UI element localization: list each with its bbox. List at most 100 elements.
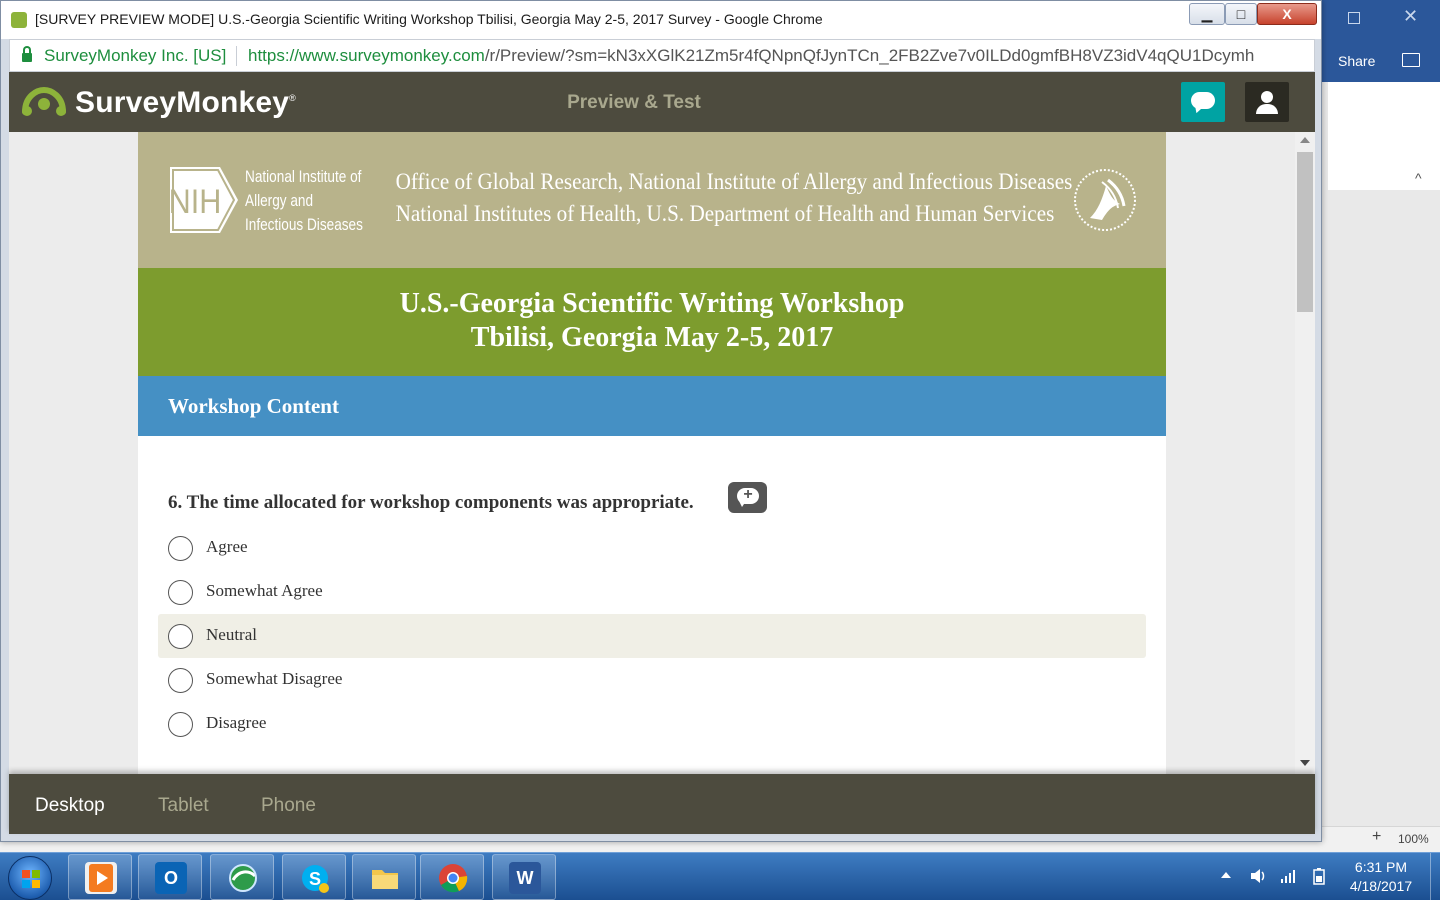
survey-title-line: U.S.-Georgia Scientific Writing Workshop — [399, 288, 905, 319]
survey-title-banner: U.S.-Georgia Scientific Writing Workshop… — [138, 268, 1166, 376]
scroll-up-arrow-icon[interactable] — [1300, 137, 1310, 143]
window-titlebar: [SURVEY PREVIEW MODE] U.S.-Georgia Scien… — [1, 1, 1321, 39]
answer-option-agree[interactable]: Agree — [158, 526, 1146, 570]
word-zoom-in-icon[interactable]: + — [1372, 828, 1381, 846]
maximize-button[interactable]: □ — [1225, 3, 1257, 25]
volume-icon[interactable] — [1250, 867, 1266, 885]
close-button[interactable]: X — [1257, 3, 1317, 25]
minimize-button[interactable]: ▁ — [1189, 3, 1225, 25]
taskbar-network-app[interactable] — [210, 854, 274, 900]
word-close-icon[interactable]: ✕ — [1403, 6, 1418, 27]
hhs-seal-icon — [1074, 169, 1136, 231]
word-ribbon — [1322, 0, 1440, 82]
word-document-page — [1328, 82, 1440, 190]
device-tab-phone[interactable]: Phone — [261, 795, 316, 817]
question-title: 6. The time allocated for workshop compo… — [168, 492, 694, 513]
surveymonkey-header: SurveyMonkey® Preview & Test — [9, 72, 1315, 132]
radio-button[interactable] — [168, 580, 193, 605]
device-preview-bar: Desktop Tablet Phone — [9, 774, 1315, 834]
preview-scrollbar[interactable] — [1295, 132, 1315, 774]
answer-option-somewhat-disagree[interactable]: Somewhat Disagree — [158, 658, 1146, 702]
taskbar-media-player[interactable] — [68, 854, 132, 900]
option-label[interactable]: Somewhat Agree — [206, 581, 323, 601]
maximize-icon: □ — [1236, 6, 1246, 22]
show-desktop-button[interactable] — [1430, 853, 1440, 900]
answer-option-neutral[interactable]: Neutral — [158, 614, 1146, 658]
chrome-window: [SURVEY PREVIEW MODE] U.S.-Georgia Scien… — [0, 0, 1322, 842]
taskbar-file-explorer[interactable] — [352, 854, 416, 900]
device-tab-tablet[interactable]: Tablet — [158, 795, 209, 817]
nih-name-line: Infectious Diseases — [245, 215, 363, 234]
minimize-icon: ▁ — [1201, 6, 1213, 22]
option-label[interactable]: Neutral — [206, 625, 257, 645]
site-identity[interactable]: SurveyMonkey Inc. [US] — [44, 46, 226, 66]
word-icon: W — [509, 862, 541, 894]
nih-logo-text: NIH — [169, 183, 222, 221]
device-tab-desktop[interactable]: Desktop — [35, 795, 105, 817]
nih-name-line: National Institute of — [245, 167, 362, 186]
url-origin: https://www.surveymonkey.com — [248, 46, 485, 65]
show-hidden-icons-icon[interactable] — [1221, 872, 1231, 878]
scroll-down-arrow-icon[interactable] — [1300, 760, 1310, 766]
start-button[interactable] — [8, 856, 52, 900]
office-line: National Institutes of Health, U.S. Depa… — [395, 201, 1055, 226]
survey-page: NIH National Institute of Allergy and In… — [138, 132, 1166, 774]
media-player-icon — [85, 862, 117, 894]
radio-button[interactable] — [168, 624, 193, 649]
surveymonkey-logo-text[interactable]: SurveyMonkey® — [75, 86, 296, 120]
address-bar[interactable]: SurveyMonkey Inc. [US] https://www.surve… — [9, 39, 1315, 72]
taskbar-chrome[interactable] — [420, 854, 484, 900]
option-label[interactable]: Disagree — [206, 713, 266, 733]
nih-logo-icon: NIH — [169, 167, 238, 233]
scroll-thumb[interactable] — [1297, 152, 1313, 312]
folder-icon — [369, 862, 401, 894]
radio-button[interactable] — [168, 536, 193, 561]
nih-institute-name: National Institute of Allergy and Infect… — [245, 165, 363, 237]
word-restore-icon[interactable] — [1348, 12, 1360, 24]
word-document-area — [1328, 190, 1440, 826]
comments-button[interactable] — [1181, 82, 1225, 122]
word-comments-icon[interactable] — [1402, 53, 1420, 67]
word-collapse-ribbon-icon[interactable]: ^ — [1415, 170, 1422, 186]
svg-text:S: S — [309, 869, 321, 889]
account-button[interactable] — [1245, 82, 1289, 122]
preview-mode-title: Preview & Test — [567, 92, 701, 113]
url-path: /r/Preview/?sm=kN3xXGlK21Zm5r4fQNpnQfJyn… — [484, 46, 1255, 65]
windows-logo-icon — [22, 870, 40, 888]
lock-icon[interactable] — [22, 46, 32, 62]
clock-time: 6:31 PM — [1354, 859, 1408, 875]
user-icon — [1261, 91, 1273, 103]
system-clock[interactable]: 6:31 PM 4/18/2017 — [1336, 858, 1426, 896]
answer-option-disagree[interactable]: Disagree — [158, 702, 1146, 746]
taskbar-word[interactable]: W — [492, 854, 556, 900]
add-comment-button[interactable]: + — [728, 482, 767, 513]
word-share-button[interactable]: Share — [1338, 53, 1375, 69]
option-label[interactable]: Agree — [206, 537, 248, 557]
skype-icon: S — [299, 862, 331, 894]
option-label[interactable]: Somewhat Disagree — [206, 669, 342, 689]
answer-option-somewhat-agree[interactable]: Somewhat Agree — [158, 570, 1146, 614]
office-of-global-research: Office of Global Research, National Inst… — [395, 166, 1073, 230]
radio-button[interactable] — [168, 668, 193, 693]
address-separator — [236, 46, 237, 66]
radio-button[interactable] — [168, 712, 193, 737]
close-icon: X — [1282, 6, 1292, 22]
page-title: Workshop Content — [168, 394, 339, 418]
nih-name-line: Allergy and — [245, 191, 314, 210]
survey-title-line: Tbilisi, Georgia May 2-5, 2017 — [470, 322, 834, 353]
office-line: Office of Global Research, National Inst… — [395, 169, 1073, 194]
windows-taskbar: O S W 6:31 PM 4/18/2017 — [0, 852, 1440, 900]
network-signal-icon[interactable] — [1281, 869, 1297, 883]
word-zoom-level[interactable]: 100% — [1398, 832, 1429, 846]
nih-header-banner: NIH National Institute of Allergy and In… — [138, 132, 1166, 268]
surveymonkey-logo-icon[interactable] — [21, 86, 67, 116]
survey-preview-area: NIH National Institute of Allergy and In… — [9, 132, 1315, 774]
registered-mark: ® — [289, 93, 297, 103]
page-title-banner: Workshop Content — [138, 376, 1166, 436]
battery-icon[interactable] — [1311, 867, 1327, 885]
outlook-icon: O — [155, 862, 187, 894]
taskbar-outlook[interactable]: O — [138, 854, 202, 900]
url-text[interactable]: https://www.surveymonkey.com/r/Preview/?… — [248, 46, 1254, 66]
surveymonkey-favicon-icon — [11, 12, 27, 28]
taskbar-skype[interactable]: S — [282, 854, 346, 900]
